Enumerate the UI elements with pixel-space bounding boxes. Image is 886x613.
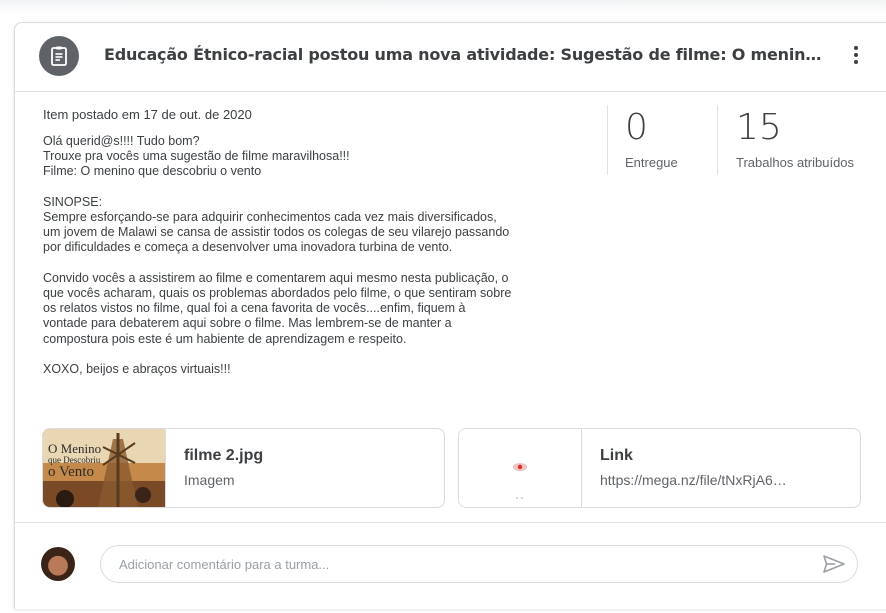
comment-input[interactable] — [100, 545, 858, 583]
attachment-title[interactable]: Link — [600, 447, 633, 465]
handed-in-label: Entregue — [625, 155, 678, 170]
send-icon[interactable] — [822, 554, 846, 579]
stream-post-card: Educação Étnico-racial postou uma nova a… — [14, 22, 886, 609]
thumb-title-line: O Menino — [48, 441, 101, 456]
stats-divider — [607, 105, 608, 175]
more-vert-icon[interactable] — [844, 43, 868, 67]
top-shadow-strip — [0, 0, 886, 14]
post-paragraph: XOXO, beijos e abraços virtuais!!! — [43, 362, 231, 376]
post-paragraph: Olá querid@s!!!! Tudo bom? Trouxe pra vo… — [43, 134, 350, 179]
post-header[interactable]: Educação Étnico-racial postou uma nova a… — [15, 23, 886, 92]
post-title[interactable]: Educação Étnico-racial postou uma nova a… — [104, 45, 824, 64]
attachment-link[interactable]: Link https://mega.nz/file/tNxRjA6… — [458, 428, 861, 508]
attachment-type: Imagem — [184, 472, 235, 488]
link-url[interactable]: https://mega.nz/file/tNxRjA6… — [600, 472, 850, 488]
avatar — [41, 547, 75, 581]
post-paragraph: SINOPSE: Sempre esforçando-se para adqui… — [43, 194, 510, 255]
attachment-title[interactable]: filme 2.jpg — [184, 447, 263, 465]
attachment-image[interactable]: O Menino que Descobriu o Vento filme 2.j… — [42, 428, 445, 508]
assigned-count[interactable]: 15 — [736, 107, 782, 148]
thumb-title-line: o Vento — [48, 464, 94, 480]
posted-date: Item postado em 17 de out. de 2020 — [43, 107, 252, 122]
assignment-icon — [39, 36, 79, 76]
comment-section — [15, 522, 886, 613]
image-thumbnail: O Menino que Descobriu o Vento — [43, 429, 166, 507]
link-thumbnail — [459, 429, 582, 507]
handed-in-count[interactable]: 0 — [625, 107, 648, 148]
stats-divider — [717, 105, 718, 175]
assigned-label: Trabalhos atribuídos — [736, 155, 855, 170]
post-body: Olá querid@s!!!! Tudo bom? Trouxe pra vo… — [43, 134, 603, 392]
post-paragraph: Convido vocês a assistirem ao filme e co… — [43, 270, 512, 346]
